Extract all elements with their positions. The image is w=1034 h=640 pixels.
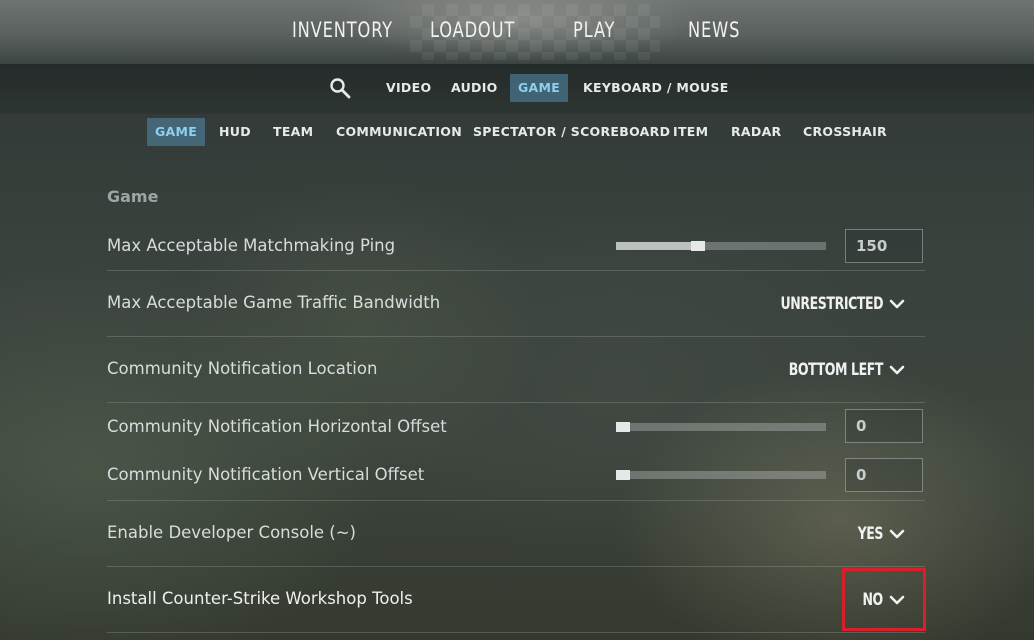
slider-handle[interactable] <box>691 241 705 251</box>
slider-handle[interactable] <box>616 422 630 432</box>
subtab-team[interactable]: TEAM <box>265 118 321 146</box>
notification-location-dropdown[interactable]: BOTTOM LEFT <box>768 355 907 385</box>
tab-audio[interactable]: AUDIO <box>443 74 506 102</box>
setting-label: Community Notification Location <box>107 359 378 378</box>
setting-label: Enable Developer Console (~) <box>107 523 356 542</box>
setting-row-developer-console: Enable Developer Console (~) YES <box>107 500 925 567</box>
setting-row-notification-location: Community Notification Location BOTTOM L… <box>107 336 925 403</box>
nav-play[interactable]: PLAY <box>573 18 615 42</box>
nav-loadout[interactable]: LOADOUT <box>430 18 515 42</box>
subtab-hud[interactable]: HUD <box>211 118 259 146</box>
subtab-radar[interactable]: RADAR <box>723 118 789 146</box>
section-title: Game <box>107 187 159 206</box>
main-nav: INVENTORY LOADOUT PLAY NEWS <box>0 18 1034 52</box>
vertical-offset-slider[interactable] <box>616 470 826 480</box>
dropdown-value: BOTTOM LEFT <box>788 360 884 380</box>
subtab-spectator-scoreboard[interactable]: SPECTATOR / SCOREBOARD <box>465 118 678 146</box>
nav-inventory[interactable]: INVENTORY <box>292 18 393 42</box>
search-icon[interactable] <box>329 77 351 99</box>
subtab-game[interactable]: GAME <box>147 118 206 146</box>
highlight-box <box>842 568 926 631</box>
horizontal-offset-input[interactable]: 0 <box>845 409 923 443</box>
setting-row-bandwidth: Max Acceptable Game Traffic Bandwidth UN… <box>107 270 925 337</box>
setting-label: Max Acceptable Matchmaking Ping <box>107 236 396 255</box>
slider-fill <box>616 242 698 250</box>
tab-video[interactable]: VIDEO <box>378 74 439 102</box>
dropdown-value: YES <box>857 524 884 544</box>
developer-console-dropdown[interactable]: YES <box>852 519 907 549</box>
slider-handle[interactable] <box>616 470 630 480</box>
chevron-down-icon <box>889 529 905 539</box>
top-bar: INVENTORY LOADOUT PLAY NEWS <box>0 0 1034 64</box>
setting-row-horizontal-offset: Community Notification Horizontal Offset… <box>107 402 925 450</box>
subtab-crosshair[interactable]: CROSSHAIR <box>795 118 895 146</box>
tab-keyboard-mouse[interactable]: KEYBOARD / MOUSE <box>575 74 737 102</box>
bandwidth-dropdown[interactable]: UNRESTRICTED <box>758 289 907 319</box>
chevron-down-icon <box>889 365 905 375</box>
setting-label: Community Notification Vertical Offset <box>107 465 425 484</box>
tab-game[interactable]: GAME <box>510 74 569 102</box>
subtab-item[interactable]: ITEM <box>665 118 716 146</box>
setting-row-ping: Max Acceptable Matchmaking Ping 150 <box>107 222 925 271</box>
setting-label: Community Notification Horizontal Offset <box>107 417 447 436</box>
dropdown-value: UNRESTRICTED <box>780 294 883 314</box>
ping-slider[interactable] <box>616 241 826 251</box>
horizontal-offset-slider[interactable] <box>616 422 826 432</box>
vertical-offset-input[interactable]: 0 <box>845 458 923 492</box>
ping-value-input[interactable]: 150 <box>845 229 923 263</box>
setting-label: Max Acceptable Game Traffic Bandwidth <box>107 293 441 312</box>
chevron-down-icon <box>889 299 905 309</box>
setting-row-vertical-offset: Community Notification Vertical Offset 0 <box>107 450 925 501</box>
setting-row-workshop-tools: Install Counter-Strike Workshop Tools NO <box>107 566 925 633</box>
setting-label: Install Counter-Strike Workshop Tools <box>107 589 413 608</box>
subtab-communication[interactable]: COMMUNICATION <box>328 118 470 146</box>
nav-news[interactable]: NEWS <box>688 18 740 42</box>
